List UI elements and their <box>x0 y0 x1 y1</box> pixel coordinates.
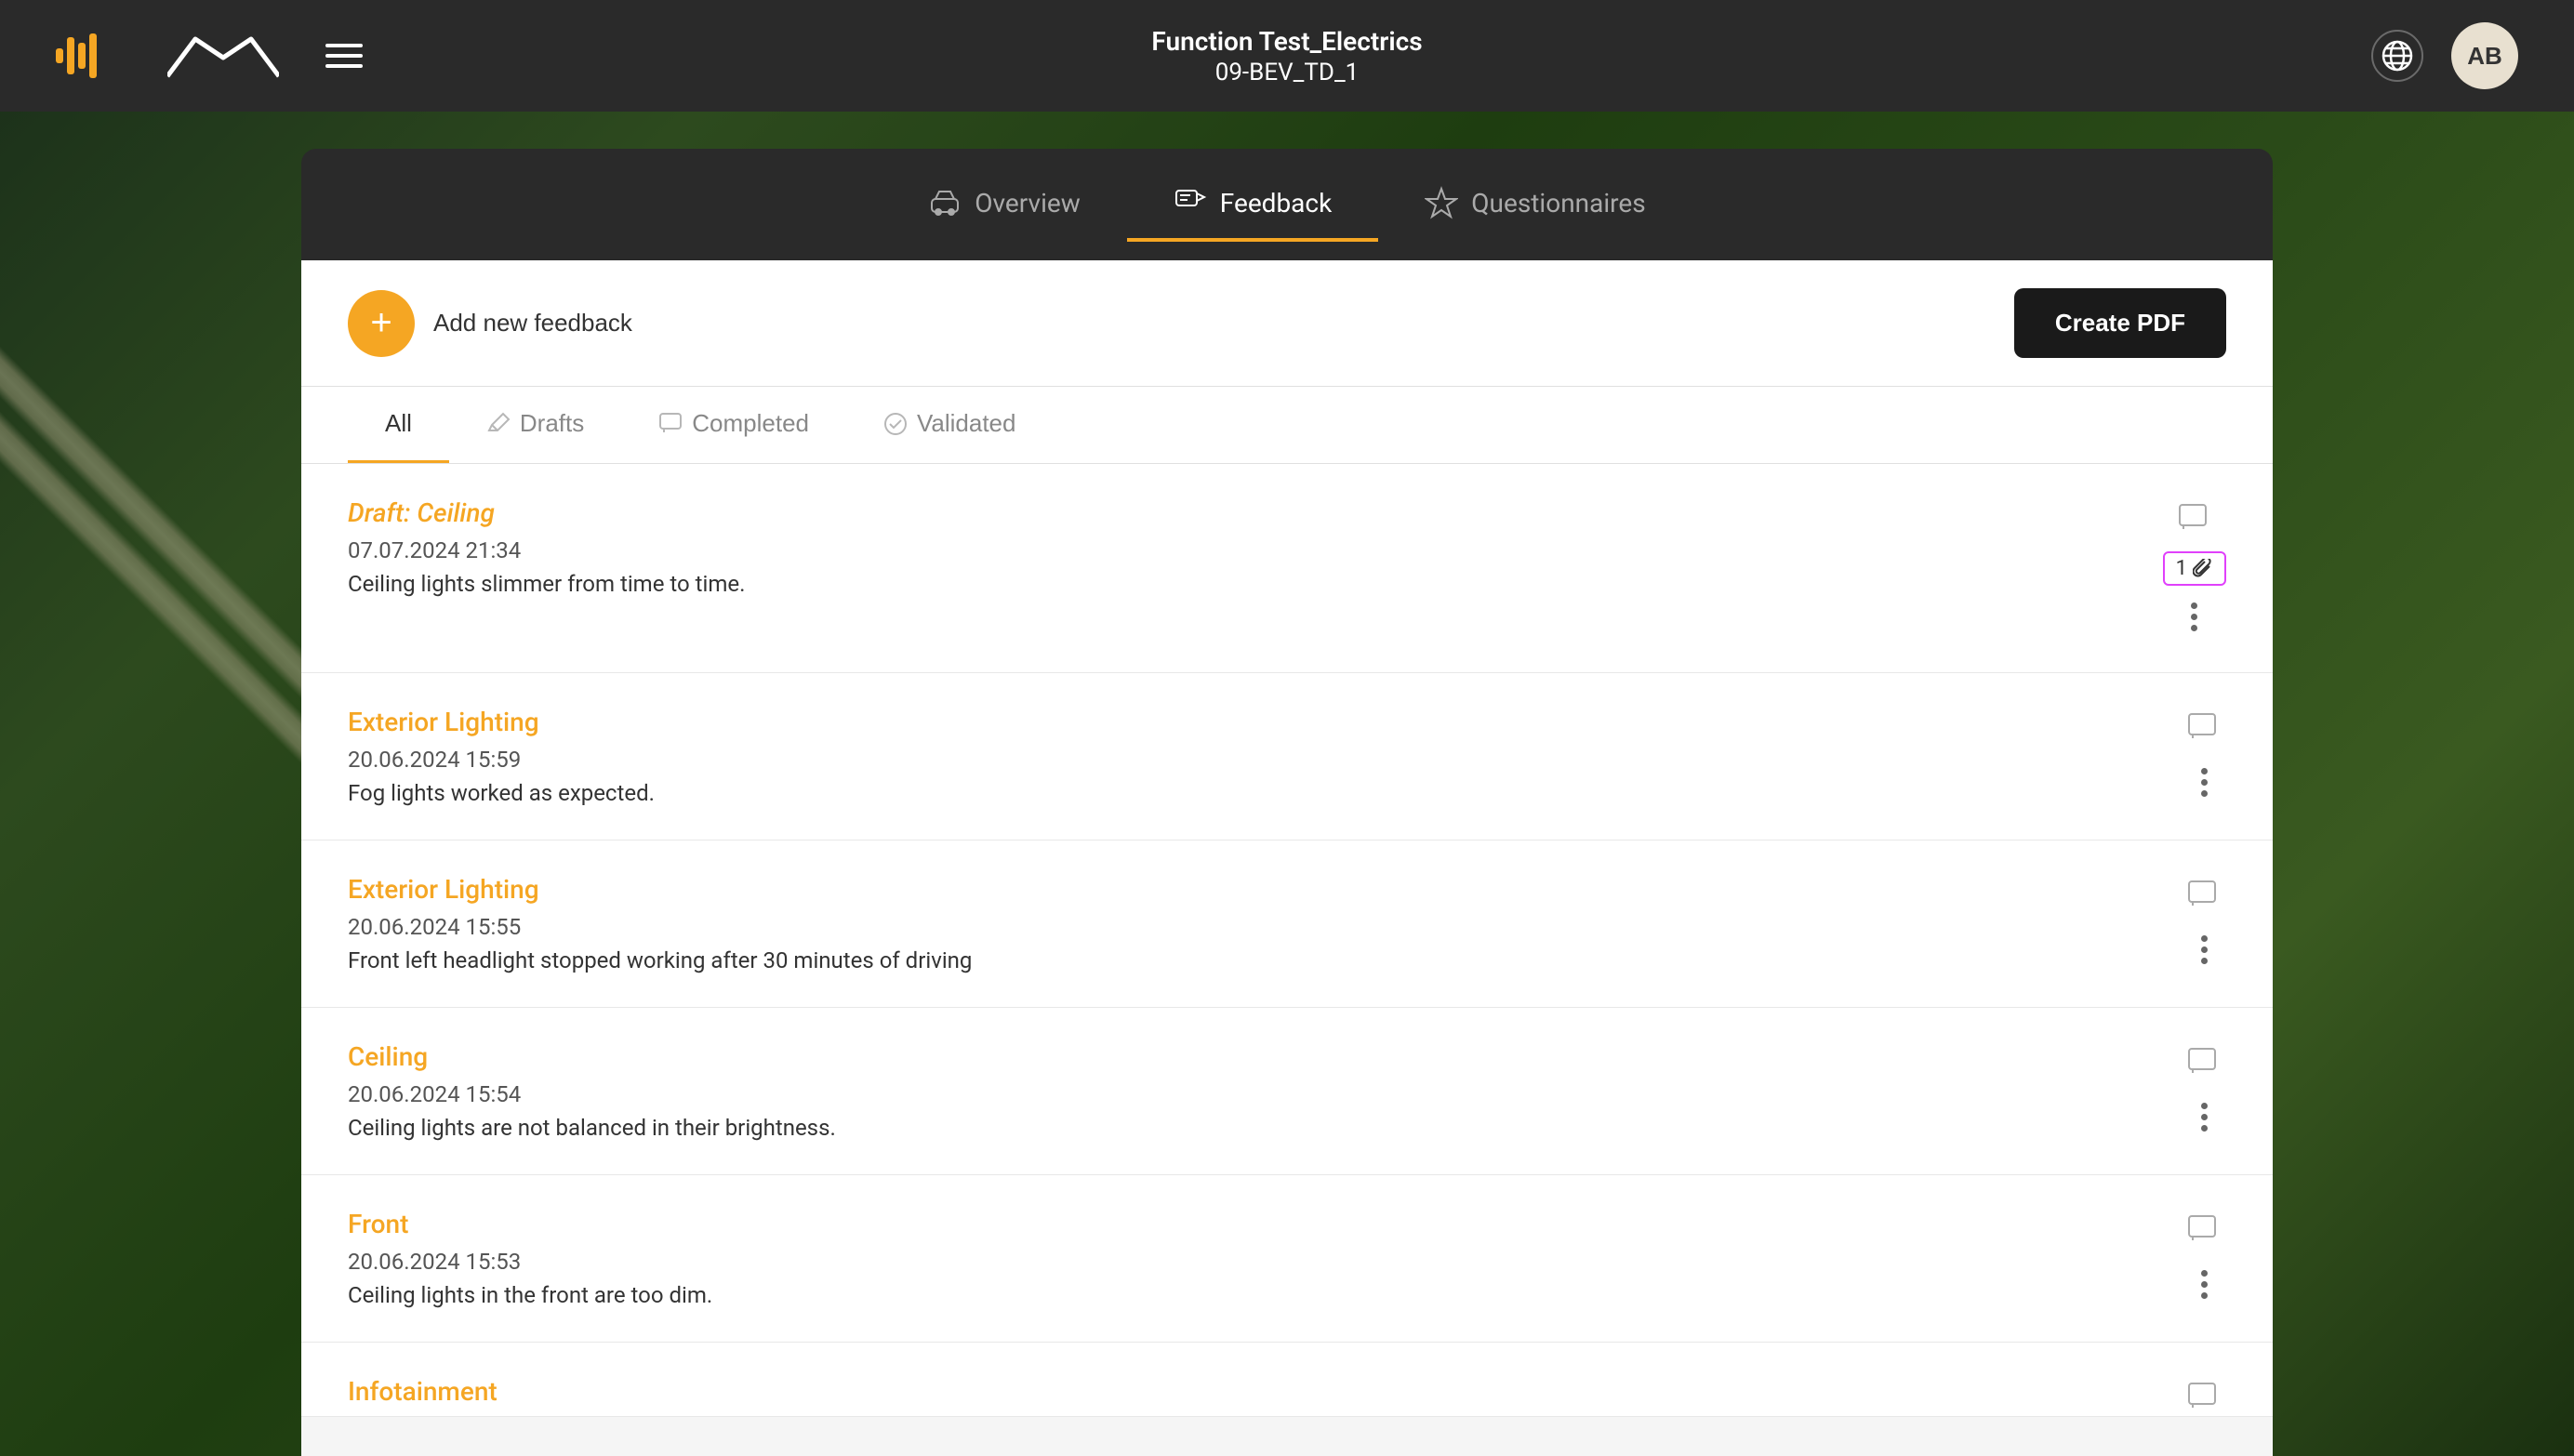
feedback-item-date: 20.06.2024 15:54 <box>348 1081 2182 1107</box>
car-icon <box>928 186 962 219</box>
tab-overview-label: Overview <box>975 188 1081 218</box>
comment-icon <box>2185 1212 2222 1250</box>
more-options-button[interactable] <box>2194 1095 2215 1139</box>
tab-overview[interactable]: Overview <box>882 167 1127 242</box>
feedback-item-desc: Ceiling lights slimmer from time to time… <box>348 571 2163 597</box>
comment-button[interactable] <box>2172 497 2217 542</box>
filter-tab-validated[interactable]: Validated <box>846 387 1054 463</box>
feedback-item-content: Ceiling 20.06.2024 15:54 Ceiling lights … <box>348 1041 2182 1141</box>
feedback-item-date: 20.06.2024 15:59 <box>348 747 2182 773</box>
content-area: + Add new feedback Create PDF All Drafts <box>301 260 2273 1456</box>
tab-feedback[interactable]: Feedback <box>1127 167 1378 242</box>
feedback-item-actions: 1 <box>2163 497 2226 639</box>
feedback-item: Ceiling 20.06.2024 15:54 Ceiling lights … <box>301 1008 2273 1175</box>
feedback-item-actions <box>2182 1209 2226 1306</box>
feedback-item-date: 20.06.2024 15:55 <box>348 914 2182 940</box>
feedback-item-title: Front <box>348 1209 2182 1239</box>
filter-drafts-label: Drafts <box>520 409 584 438</box>
project-subtitle: 09-BEV_TD_1 <box>1215 59 1360 86</box>
feedback-item-title: Exterior Lighting <box>348 707 2182 737</box>
feedback-item-title: Ceiling <box>348 1041 2182 1072</box>
feedback-item-actions <box>2182 707 2226 804</box>
filter-completed-label: Completed <box>692 409 809 438</box>
feedback-icon <box>1174 186 1207 219</box>
feedback-item-desc: Front left headlight stopped working aft… <box>348 947 2182 973</box>
feedback-item: Front 20.06.2024 15:53 Ceiling lights in… <box>301 1175 2273 1343</box>
validate-icon <box>883 412 908 436</box>
tab-questionnaires-label: Questionnaires <box>1471 188 1645 218</box>
feedback-header: + Add new feedback Create PDF <box>301 260 2273 387</box>
feedback-item-content: Exterior Lighting 20.06.2024 15:55 Front… <box>348 874 2182 973</box>
filter-tabs: All Drafts Completed <box>301 387 2273 464</box>
user-initials: AB <box>2467 42 2502 71</box>
create-pdf-button[interactable]: Create PDF <box>2014 288 2226 358</box>
comment-button[interactable] <box>2182 1209 2226 1253</box>
top-nav: Function Test_Electrics 09-BEV_TD_1 AB <box>0 0 2574 112</box>
filter-tab-all[interactable]: All <box>348 387 449 463</box>
feedback-item-date: 07.07.2024 21:34 <box>348 537 2163 563</box>
feedback-item-date: 20.06.2024 15:53 <box>348 1249 2182 1275</box>
feedback-item-desc: Fog lights worked as expected. <box>348 780 2182 806</box>
add-feedback-label: Add new feedback <box>433 309 632 338</box>
chat-icon <box>658 412 683 436</box>
nav-center-title: Function Test_Electrics 09-BEV_TD_1 <box>1151 26 1422 86</box>
logo-area <box>56 30 372 82</box>
language-button[interactable] <box>2371 30 2423 82</box>
more-options-button[interactable] <box>2194 1263 2215 1306</box>
project-title: Function Test_Electrics <box>1151 26 1422 57</box>
paperclip-icon <box>2193 559 2213 579</box>
tab-questionnaires[interactable]: Questionnaires <box>1378 167 1692 242</box>
add-icon: + <box>348 290 415 357</box>
attachment-badge: 1 <box>2163 551 2226 586</box>
feedback-item-partial: Infotainment <box>301 1343 2273 1417</box>
attachment-count: 1 <box>2176 557 2187 580</box>
filter-tab-completed[interactable]: Completed <box>621 387 846 463</box>
comment-icon <box>2185 878 2222 915</box>
nav-right: AB <box>2371 22 2518 89</box>
filter-validated-label: Validated <box>917 409 1016 438</box>
feedback-item-title: Draft: Ceiling <box>348 497 2163 528</box>
filter-all-label: All <box>385 409 412 438</box>
star-icon <box>1425 186 1458 219</box>
feedback-item: Exterior Lighting 20.06.2024 15:59 Fog l… <box>301 673 2273 841</box>
more-options-button[interactable] <box>2194 928 2215 972</box>
feedback-item-desc: Ceiling lights in the front are too dim. <box>348 1282 2182 1308</box>
more-options-button[interactable] <box>2183 595 2205 639</box>
logo-waveform <box>56 30 149 82</box>
feedback-item-title: Exterior Lighting <box>348 874 2182 905</box>
tab-bar: Overview Feedback Questionnaires <box>301 149 2273 260</box>
comment-button[interactable] <box>2182 1376 2226 1417</box>
feedback-item: Draft: Ceiling 07.07.2024 21:34 Ceiling … <box>301 464 2273 673</box>
feedback-item-desc: Ceiling lights are not balanced in their… <box>348 1115 2182 1141</box>
comment-icon <box>2185 710 2222 748</box>
feedback-list: Draft: Ceiling 07.07.2024 21:34 Ceiling … <box>301 464 2273 1456</box>
feedback-item-actions <box>2182 874 2226 972</box>
add-feedback-button[interactable]: + Add new feedback <box>348 290 632 357</box>
more-options-button[interactable] <box>2194 761 2215 804</box>
hamburger-button[interactable] <box>316 34 372 77</box>
comment-icon <box>2185 1380 2222 1417</box>
feedback-item: Exterior Lighting 20.06.2024 15:55 Front… <box>301 841 2273 1008</box>
feedback-item-content: Front 20.06.2024 15:53 Ceiling lights in… <box>348 1209 2182 1308</box>
feedback-item-actions <box>2182 1041 2226 1139</box>
feedback-item-content: Exterior Lighting 20.06.2024 15:59 Fog l… <box>348 707 2182 806</box>
create-pdf-label: Create PDF <box>2055 309 2185 337</box>
comment-icon <box>2185 1045 2222 1082</box>
filter-tab-drafts[interactable]: Drafts <box>449 387 621 463</box>
comment-button[interactable] <box>2182 707 2226 751</box>
feedback-item-content: Infotainment <box>348 1376 2182 1416</box>
main-panel: Overview Feedback Questionnaires + Add n… <box>301 149 2273 1456</box>
user-avatar-button[interactable]: AB <box>2451 22 2518 89</box>
comment-icon <box>2176 501 2213 538</box>
pencil-icon <box>486 412 511 436</box>
feedback-item-actions <box>2182 1376 2226 1417</box>
logo-mountain <box>167 30 279 82</box>
tab-feedback-label: Feedback <box>1220 188 1332 218</box>
comment-button[interactable] <box>2182 1041 2226 1086</box>
feedback-item-content: Draft: Ceiling 07.07.2024 21:34 Ceiling … <box>348 497 2163 597</box>
feedback-item-title: Infotainment <box>348 1376 2182 1407</box>
comment-button[interactable] <box>2182 874 2226 919</box>
